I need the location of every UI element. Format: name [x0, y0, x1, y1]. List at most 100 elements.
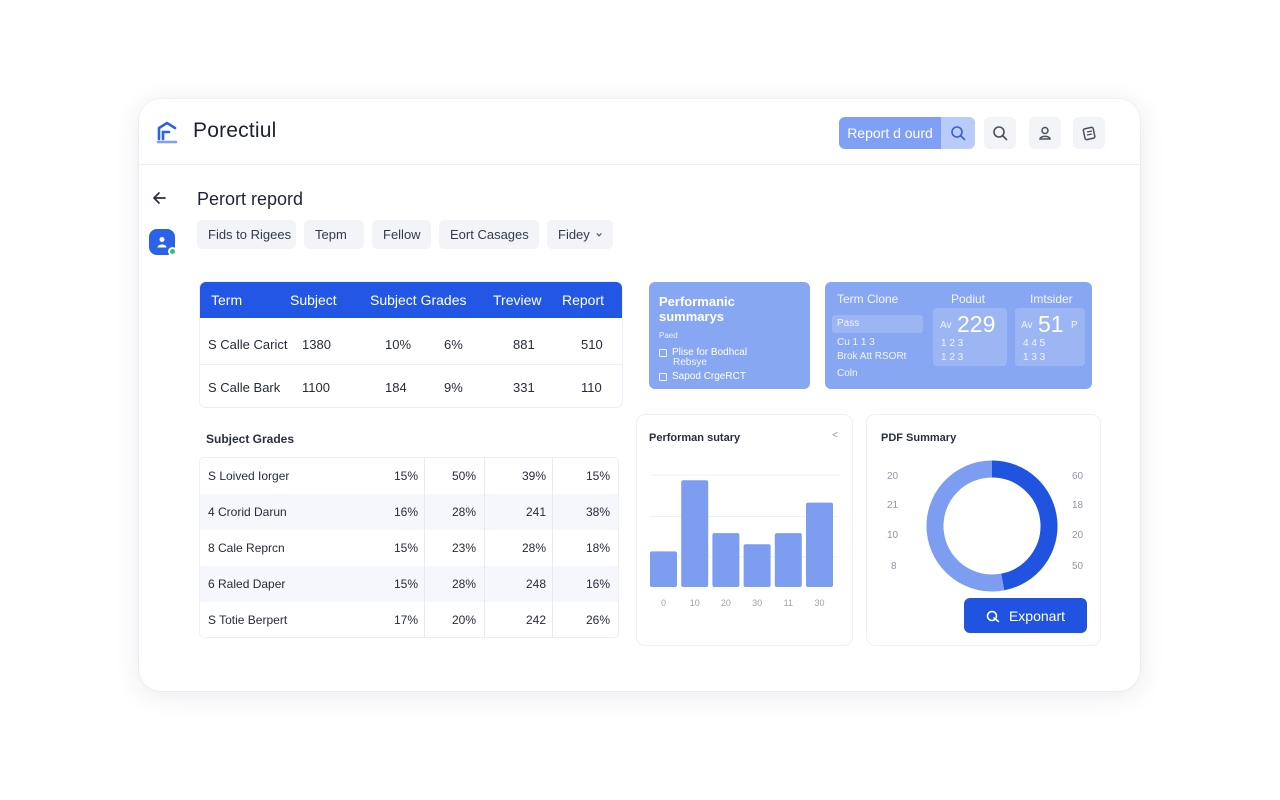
term-row: Cu 1 1 3: [837, 337, 875, 348]
status-dot: [168, 247, 177, 256]
chart-bar[interactable]: [806, 502, 833, 587]
stat-prefix: Av: [940, 320, 952, 331]
table-cell: S Calle Bark: [208, 380, 281, 395]
pass-field[interactable]: Pass: [832, 315, 923, 333]
chart-bar[interactable]: [712, 533, 740, 587]
search-button[interactable]: [984, 117, 1016, 149]
term-summary-card[interactable]: Term Clone Podiut Imtsider Pass Cu 1 1 3…: [825, 282, 1092, 389]
chart-bar[interactable]: [774, 533, 802, 587]
report-button[interactable]: Report d ourd: [839, 117, 941, 149]
stat-nums: 1 2 3: [941, 338, 964, 349]
bar-chart: 0 10 20 30 11 30: [650, 474, 839, 608]
subject-grades-title: Subject Grades: [206, 432, 295, 446]
table-cell: 16%: [585, 577, 610, 591]
column-divider: [552, 458, 553, 637]
user-badge[interactable]: [149, 229, 177, 256]
table-cell: 1100: [302, 380, 330, 395]
performance-summary-card[interactable]: Performanic summarys Paed Plise for Bodh…: [649, 282, 810, 389]
user-button[interactable]: [1029, 117, 1061, 149]
checkbox[interactable]: [659, 372, 667, 381]
column-header[interactable]: Treview: [493, 292, 542, 308]
card-title: Performanic summarys: [659, 294, 735, 324]
donut-slice[interactable]: [926, 460, 1005, 592]
stat-box: Av 229 1 2 3 1 2 3: [933, 308, 1007, 366]
checklist-sublabel: Rebsye: [673, 357, 707, 368]
table-row[interactable]: S Calle Bark 1100 184 9% 331 110: [200, 364, 622, 407]
stat-suffix: P: [1071, 320, 1078, 331]
filter-chip[interactable]: Fids to Rigees: [197, 220, 296, 249]
column-header[interactable]: Term: [211, 292, 242, 308]
table-cell: 6 Raled Daper: [208, 577, 286, 591]
table-cell: 15%: [585, 469, 610, 483]
export-button[interactable]: Exponart: [964, 598, 1087, 633]
card-subtitle: Paed: [659, 331, 678, 340]
filter-chip[interactable]: Fellow: [372, 220, 431, 249]
user-icon: [1039, 126, 1051, 140]
export-icon: [986, 610, 1000, 622]
column-header[interactable]: Report: [562, 292, 604, 308]
table-cell: 38%: [585, 505, 610, 519]
table-cell: 881: [513, 337, 535, 352]
table-row[interactable]: 4 Crorid Darun 16% 28% 241 38%: [200, 494, 618, 530]
app-logo-icon: [156, 121, 178, 144]
table-cell: 241: [525, 505, 546, 519]
filter-dropdown-label: Fidey: [558, 227, 590, 242]
column-header[interactable]: Subject: [290, 292, 337, 308]
table-cell: 1380: [302, 337, 331, 352]
column-header[interactable]: Subject Grades: [370, 292, 467, 308]
notes-icon: [1082, 126, 1096, 141]
report-search-button[interactable]: [941, 117, 975, 149]
table-cell: 28%: [521, 541, 546, 555]
subject-grades-table: S Loived Iorger 15% 50% 39% 15% 4 Crorid…: [200, 458, 618, 637]
column-divider: [424, 458, 425, 637]
filter-chip[interactable]: Eort Casages: [439, 220, 539, 249]
table-header: Term Subject Subject Grades Treview Repo…: [200, 282, 622, 318]
top-bar: Porectiul Report d ourd: [139, 99, 1140, 165]
table-cell: 15%: [393, 541, 418, 555]
table-row[interactable]: S Calle Carict 1380 10% 6% 881 510: [200, 322, 622, 366]
table-cell: S Loived Iorger: [208, 469, 290, 483]
card-header: Podiut: [951, 292, 986, 306]
table-row[interactable]: S Loived Iorger 15% 50% 39% 15%: [200, 458, 618, 494]
notes-button[interactable]: [1073, 117, 1105, 149]
chart-bar[interactable]: [650, 551, 677, 587]
table-cell: 6%: [444, 337, 463, 352]
grades-table: Term Subject Subject Grades Treview Repo…: [200, 282, 622, 407]
checklist-item[interactable]: Sapod CrgeRCT: [659, 371, 800, 382]
table-cell: 9%: [444, 380, 463, 395]
search-icon: [951, 126, 966, 141]
table-cell: 23%: [451, 541, 476, 555]
filter-chip[interactable]: Tepm: [304, 220, 364, 249]
table-cell: 242: [525, 613, 546, 627]
column-divider: [484, 458, 485, 637]
table-cell: 28%: [451, 577, 476, 591]
table-cell: 18%: [585, 541, 610, 555]
checkbox[interactable]: [659, 348, 667, 357]
performance-chart-card: Performan sutary < 0 10 20 30 11 30: [637, 415, 852, 645]
stat-value: 51: [1038, 311, 1064, 337]
stat-box: Av 51 P 4 4 5 1 3 3: [1015, 308, 1085, 366]
table-row[interactable]: S Totie Berpert 17% 20% 242 26%: [200, 602, 618, 637]
table-cell: 26%: [585, 613, 610, 627]
term-row: Coln: [837, 368, 858, 379]
table-row[interactable]: 6 Raled Daper 15% 28% 248 16%: [200, 566, 618, 602]
x-tick-label: 11: [784, 598, 793, 608]
table-cell: S Calle Carict: [208, 337, 288, 352]
table-cell: 17%: [393, 613, 418, 627]
table-cell: 331: [513, 380, 535, 395]
table-cell: 15%: [393, 577, 418, 591]
chart-bar[interactable]: [681, 480, 709, 587]
filter-dropdown[interactable]: Fidey: [547, 220, 613, 249]
back-arrow-icon[interactable]: [151, 190, 167, 206]
pdf-summary-card: PDF Summary 20 21 10 8 60 18 20 50 Expon…: [867, 415, 1100, 645]
stat-value: 229: [957, 311, 996, 337]
person-icon: [157, 237, 167, 248]
chart-bar[interactable]: [743, 544, 771, 587]
table-row[interactable]: 8 Cale Reprcn 15% 23% 28% 18%: [200, 530, 618, 566]
table-cell: 10%: [385, 337, 412, 352]
app-window: Porectiul Report d ourd Perort repord Fi…: [139, 99, 1140, 691]
table-cell: 50%: [451, 469, 476, 483]
donut-slice[interactable]: [991, 460, 1058, 591]
table-cell: 20%: [451, 613, 476, 627]
card-header: Imtsider: [1030, 292, 1073, 306]
